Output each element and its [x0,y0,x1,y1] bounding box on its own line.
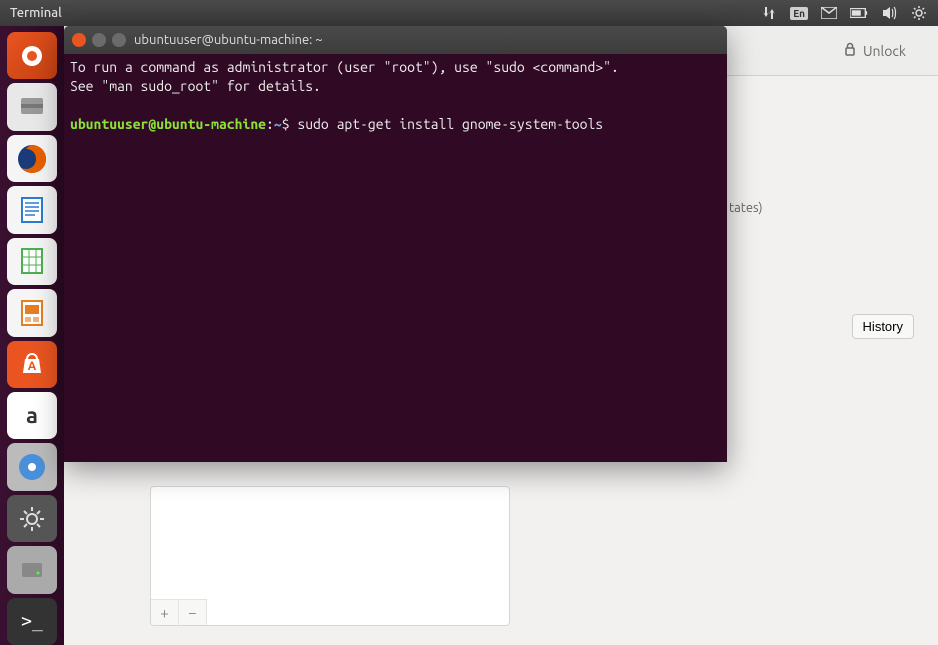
terminal-title: ubuntuuser@ubuntu-machine: ~ [134,33,323,47]
svg-text:A: A [28,360,37,373]
terminal-window: ubuntuuser@ubuntu-machine: ~ To run a co… [64,26,727,462]
history-button[interactable]: History [852,314,914,339]
launcher-files[interactable] [7,83,57,130]
unlock-button[interactable]: Unlock [843,42,906,59]
terminal-prompt-path: ~ [274,116,282,132]
terminal-prompt-sep: $ [282,116,298,132]
launcher-amazon[interactable]: a [7,392,57,439]
gear-icon[interactable] [910,4,928,22]
terminal-titlebar[interactable]: ubuntuuser@ubuntu-machine: ~ [64,26,727,54]
network-icon[interactable] [760,4,778,22]
launcher-writer[interactable] [7,186,57,233]
list-panel: + − [150,486,510,626]
menubar-indicators: En [760,4,928,22]
minimize-button[interactable] [92,33,106,47]
maximize-button[interactable] [112,33,126,47]
unlock-label: Unlock [863,43,906,59]
launcher-terminal[interactable]: >_ [7,598,57,645]
launcher-settings[interactable] [7,495,57,542]
launcher-calc[interactable] [7,238,57,285]
terminal-output-line: See "man sudo_root" for details. [70,78,321,94]
add-button[interactable]: + [151,600,179,625]
volume-icon[interactable] [880,4,898,22]
launcher-disk[interactable] [7,546,57,593]
launcher: A a >_ [0,26,64,645]
list-toolbar: + − [151,599,207,625]
obscured-text-fragment: tates) [729,201,763,215]
keyboard-indicator[interactable]: En [790,7,808,20]
terminal-prompt-user: ubuntuuser@ubuntu-machine [70,116,266,132]
launcher-disc[interactable] [7,443,57,490]
menubar-title: Terminal [10,6,62,20]
remove-button[interactable]: − [179,600,207,625]
menubar: Terminal En [0,0,938,26]
terminal-body[interactable]: To run a command as administrator (user … [64,54,727,462]
terminal-prompt-sep: : [266,116,274,132]
launcher-impress[interactable] [7,289,57,336]
terminal-command: sudo apt-get install gnome-system-tools [297,116,603,132]
terminal-output-line: To run a command as administrator (user … [70,59,619,75]
battery-icon[interactable] [850,4,868,22]
window-controls [72,33,126,47]
mail-icon[interactable] [820,4,838,22]
launcher-firefox[interactable] [7,135,57,182]
launcher-software[interactable]: A [7,341,57,388]
launcher-dash[interactable] [7,32,57,79]
close-button[interactable] [72,33,86,47]
lock-icon [843,42,857,59]
